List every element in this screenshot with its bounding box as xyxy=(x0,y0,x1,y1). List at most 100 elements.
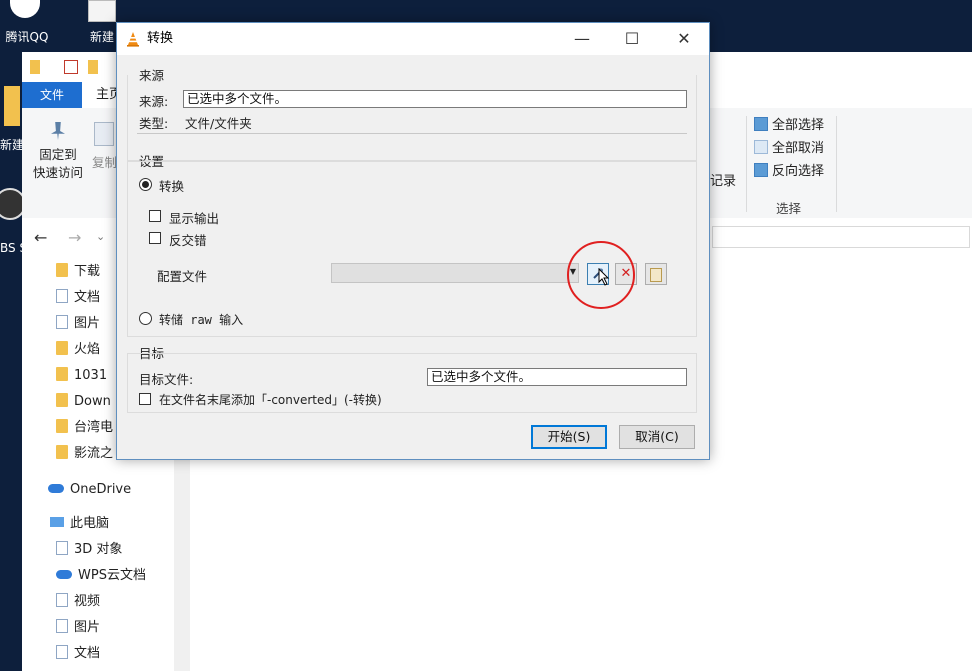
sidebar-item[interactable]: 文档 xyxy=(56,644,100,664)
dump-raw-radio[interactable] xyxy=(139,312,152,325)
folder-icon xyxy=(56,367,68,381)
target-file-field[interactable]: 已选中多个文件。 xyxy=(427,368,687,386)
sidebar-item[interactable]: OneDrive xyxy=(48,480,131,500)
sidebar-item-label: 台湾电 xyxy=(74,420,114,435)
append-converted-checkbox[interactable] xyxy=(139,393,151,405)
invert-select-label: 反向选择 xyxy=(772,164,825,179)
close-button[interactable]: ✕ xyxy=(661,23,707,55)
select-all-button[interactable]: 全部选择 xyxy=(754,116,824,136)
picture-icon xyxy=(56,315,68,329)
dialog-titlebar: 转换 — ☐ ✕ xyxy=(117,23,709,55)
copy-icon xyxy=(94,122,114,146)
folder-icon xyxy=(56,445,68,459)
start-button[interactable]: 开始(S) xyxy=(531,425,607,449)
show-output-label: 显示输出 xyxy=(169,211,220,226)
select-none-button[interactable]: 全部取消 xyxy=(754,139,824,159)
sidebar-item-label: 火焰 xyxy=(74,342,101,357)
picture-icon xyxy=(56,619,68,633)
file-icon xyxy=(88,0,116,22)
desktop-icon-obs[interactable]: BS S xyxy=(0,186,22,256)
cube-icon xyxy=(56,541,68,555)
select-none-icon xyxy=(754,140,768,154)
append-converted-label: 在文件名末尾添加「-converted」(-转换) xyxy=(159,393,382,407)
type-label: 类型: xyxy=(139,116,169,131)
sidebar-item[interactable]: 此电脑 xyxy=(50,514,109,534)
invert-select-icon xyxy=(754,163,768,177)
sidebar-item[interactable]: 影流之 xyxy=(56,444,113,464)
folder-icon xyxy=(4,86,20,126)
qq-icon xyxy=(10,0,40,18)
video-icon xyxy=(56,593,68,607)
sidebar-item-label: 视频 xyxy=(74,594,101,609)
forward-arrow-icon[interactable]: → xyxy=(68,228,81,247)
invert-select-button[interactable]: 反向选择 xyxy=(754,162,824,182)
back-arrow-icon[interactable]: ← xyxy=(34,228,47,247)
cloud-icon xyxy=(48,484,64,493)
desktop-icon-qq[interactable]: 腾讯QQ xyxy=(0,0,54,46)
profile-label: 配置文件 xyxy=(157,269,208,284)
select-none-label: 全部取消 xyxy=(772,141,825,156)
sidebar-item[interactable]: 视频 xyxy=(56,592,100,612)
history-button[interactable]: 记录 xyxy=(710,170,736,189)
profile-dropdown[interactable]: ▼ xyxy=(331,263,579,283)
address-bar[interactable] xyxy=(712,226,970,248)
type-value: 文件/文件夹 xyxy=(185,116,252,131)
cancel-button[interactable]: 取消(C) xyxy=(619,425,695,449)
new-profile-button[interactable] xyxy=(645,263,667,285)
folder-icon xyxy=(56,419,68,433)
maximize-button[interactable]: ☐ xyxy=(609,23,655,55)
convert-radio[interactable] xyxy=(139,178,152,191)
vlc-cone-icon xyxy=(127,32,139,47)
deinterlace-checkbox[interactable] xyxy=(149,232,161,244)
download-folder-icon xyxy=(56,263,68,277)
pin-icon xyxy=(51,122,65,140)
sidebar-item[interactable]: Down xyxy=(56,392,111,412)
new-profile-icon xyxy=(650,268,662,282)
sidebar-item[interactable]: 3D 对象 xyxy=(56,540,122,560)
ribbon-divider xyxy=(836,116,837,212)
sidebar-item[interactable]: 下载 xyxy=(56,262,100,282)
convert-radio-label: 转换 xyxy=(159,179,185,194)
sidebar-item-label: OneDrive xyxy=(70,482,132,497)
sidebar-item[interactable]: WPS云文档 xyxy=(56,566,146,586)
sidebar-item[interactable]: 图片 xyxy=(56,618,100,638)
sidebar-item-label: 此电脑 xyxy=(70,516,110,531)
sidebar-item-label: 影流之 xyxy=(74,446,114,461)
computer-icon xyxy=(50,517,64,527)
desktop-icon-label: BS S xyxy=(0,241,22,255)
document-icon xyxy=(56,645,68,659)
convert-dialog: 转换 — ☐ ✕ 来源 来源: 已选中多个文件。 类型: 文件/文件夹 设置 转… xyxy=(116,22,710,460)
folder-icon xyxy=(56,393,68,407)
folder-icon xyxy=(56,341,68,355)
sidebar-item[interactable]: 1031 xyxy=(56,366,107,386)
cloud-icon xyxy=(56,570,72,579)
sidebar-item[interactable]: 文档 xyxy=(56,288,100,308)
desktop-icon-label: 新建文 xyxy=(0,138,22,152)
select-all-label: 全部选择 xyxy=(772,118,825,133)
tab-file[interactable]: 文件 xyxy=(22,82,82,108)
sidebar-item[interactable]: 台湾电 xyxy=(56,418,113,438)
desktop-icon-newtext[interactable]: 新建文 xyxy=(0,80,22,170)
ribbon-divider xyxy=(746,116,747,212)
sidebar-item-label: Down xyxy=(74,394,111,409)
folder-icon xyxy=(30,60,40,74)
source-label: 来源: xyxy=(139,94,169,109)
sidebar-item[interactable]: 图片 xyxy=(56,314,100,334)
dialog-title: 转换 xyxy=(147,31,174,46)
target-file-label: 目标文件: xyxy=(139,372,194,387)
chevron-down-icon[interactable]: ⌄ xyxy=(96,230,105,243)
checkbox-quick-icon[interactable] xyxy=(64,60,78,74)
copy-button[interactable]: 复制 xyxy=(92,118,118,188)
select-all-icon xyxy=(754,117,768,131)
mouse-cursor-icon xyxy=(598,268,610,286)
divider xyxy=(137,133,687,134)
sidebar-item[interactable]: 火焰 xyxy=(56,340,100,360)
folder-icon xyxy=(88,60,98,74)
sidebar-item-label: 下载 xyxy=(74,264,101,279)
pin-button[interactable]: 固定到 快速访问 xyxy=(30,118,86,188)
sidebar-item-label: 文档 xyxy=(74,290,101,305)
minimize-button[interactable]: — xyxy=(559,23,605,55)
show-output-checkbox[interactable] xyxy=(149,210,161,222)
sidebar-item-label: 图片 xyxy=(74,620,101,635)
source-field[interactable]: 已选中多个文件。 xyxy=(183,90,687,108)
